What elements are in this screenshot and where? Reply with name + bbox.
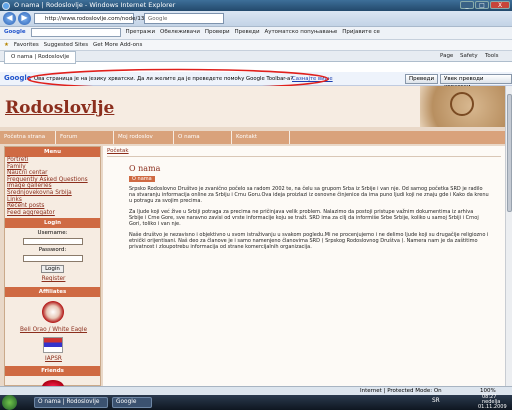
ie-search-input[interactable]: Google (144, 13, 224, 24)
menu-item-science-center[interactable]: Naučni centar (5, 170, 100, 177)
address-bar: ◀ ▶ http://www.rodoslovlje.com/node/13 G… (0, 11, 512, 27)
window-title-bar: O nama | Rodoslovlje - Windows Internet … (0, 0, 512, 11)
menu-item-faq[interactable]: Frequently Asked Questions (5, 177, 100, 184)
white-eagle-emblem (41, 300, 64, 323)
menu-item-galleries[interactable]: Image galleries (5, 183, 100, 190)
nav-contact[interactable]: Kontakt (232, 131, 290, 144)
affiliates-heading: Affiliates (5, 286, 100, 297)
tab-current[interactable]: O nama | Rodoslovlje (4, 51, 77, 64)
always-translate-button[interactable]: Увек преводи хрватски (440, 74, 512, 90)
tools-page[interactable]: Page (440, 51, 453, 62)
login-button[interactable]: Login (41, 265, 64, 274)
star-icon: ★ (4, 42, 9, 48)
paragraph-3: Naše društvo je nezavisno i objektivno u… (129, 232, 489, 250)
toolbar-item-search[interactable]: Претражи (125, 27, 155, 38)
site-logo[interactable]: Rodoslovlje (5, 98, 114, 118)
status-bar: Internet | Protected Mode: On 100% (0, 386, 512, 395)
forward-button[interactable]: ▶ (18, 12, 31, 25)
back-button[interactable]: ◀ (3, 12, 16, 25)
taskbar-item-ie[interactable]: O nama | Rodoslovlje (34, 397, 108, 408)
affiliate-iapsr-link[interactable]: IAPSR (5, 356, 100, 363)
menu-item-portraits[interactable]: Portreti (5, 157, 100, 164)
username-input[interactable] (22, 238, 83, 246)
paragraph-2: Za ljude koji već žive u Srbiji potraga … (129, 209, 479, 227)
iapsr-flag (42, 336, 63, 353)
top-navigation: Početna strana Forum Moj rodoslov O nama… (0, 131, 505, 144)
tab-bar: O nama | Rodoslovlje Page Safety Tools (0, 51, 512, 64)
toolbar-item-check[interactable]: Провери (205, 27, 230, 38)
site-header: Rodoslovlje (0, 86, 505, 127)
menu-item-recent-posts[interactable]: Recent posts (5, 203, 100, 210)
menu-item-links[interactable]: Links (5, 197, 100, 204)
toolbar-item-bookmarks[interactable]: Обележивачи (160, 27, 200, 38)
tools-safety[interactable]: Safety (460, 51, 478, 62)
sidebar: Menu Portreti Family Naučni centar Frequ… (4, 146, 101, 386)
google-toolbar-logo: Google (4, 29, 26, 35)
password-input[interactable] (22, 255, 83, 263)
username-label: Username: (37, 230, 68, 237)
language-indicator[interactable]: SR (432, 398, 440, 404)
register-link[interactable]: Register (5, 276, 100, 283)
toolbar-item-signin[interactable]: Пријавите се (342, 27, 380, 38)
menu-item-feed[interactable]: Feed aggregator (5, 210, 100, 217)
friends-heading: Friends (5, 366, 100, 377)
main-content: Početak O nama O nama Srpsko Rodoslovno … (103, 146, 505, 386)
clock-date: 01.11.2009 (478, 404, 507, 410)
tools-tools[interactable]: Tools (485, 51, 499, 62)
close-button[interactable]: X (490, 1, 510, 9)
favorites-button[interactable]: Favorites (14, 40, 39, 51)
map-image (420, 86, 505, 127)
breadcrumb[interactable]: Početak (107, 148, 501, 157)
nav-forum[interactable]: Forum (56, 131, 114, 144)
nav-home[interactable]: Početna strana (0, 131, 56, 144)
login-heading: Login (5, 218, 100, 229)
taskbar: O nama | Rodoslovlje Google SR 08:27 ned… (0, 395, 512, 410)
ie-icon (2, 2, 10, 10)
nav-about[interactable]: O nama (174, 131, 232, 144)
google-toolbar: Google Претражи Обележивачи Провери Прев… (0, 27, 512, 40)
page-title: O nama (129, 164, 161, 173)
paragraph-1: Srpsko Rodoslovno Društvo je zvanično po… (129, 186, 489, 204)
toolbar-item-translate[interactable]: Преведи (235, 27, 260, 38)
nav-my-tree[interactable]: Moj rodoslov (114, 131, 174, 144)
minimize-button[interactable]: _ (460, 1, 474, 9)
maximize-button[interactable]: □ (475, 1, 489, 9)
favorites-bar: ★ Favorites Suggested Sites Get More Add… (0, 40, 512, 51)
web-page: Rodoslovlje Početna strana Forum Moj rod… (0, 86, 512, 386)
password-label: Password: (38, 247, 67, 254)
toolbar-item-autofill[interactable]: Аутоматско попуњавање (264, 27, 337, 38)
window-title: O nama | Rodoslovlje - Windows Internet … (14, 1, 176, 9)
translate-button[interactable]: Преведи (405, 74, 439, 84)
translate-bar: Google Ова страница је на језику хрватск… (0, 68, 512, 90)
favorite-suggested-sites[interactable]: Suggested Sites (44, 40, 88, 51)
menu-item-medieval-serbia[interactable]: Srednjovekovna Srbija (5, 190, 100, 197)
start-button[interactable] (2, 395, 17, 410)
favorite-get-addons[interactable]: Get More Add-ons (93, 40, 142, 51)
affiliate-white-eagle-link[interactable]: Beli Orao / White Eagle (5, 327, 100, 334)
taskbar-item-google[interactable]: Google (112, 397, 152, 408)
menu-heading: Menu (5, 147, 100, 157)
url-input[interactable]: http://www.rodoslovlje.com/node/13 (34, 13, 144, 24)
google-search-input[interactable] (30, 28, 121, 37)
title-badge[interactable]: O nama (129, 176, 155, 182)
page-scrollbar[interactable] (505, 86, 512, 386)
